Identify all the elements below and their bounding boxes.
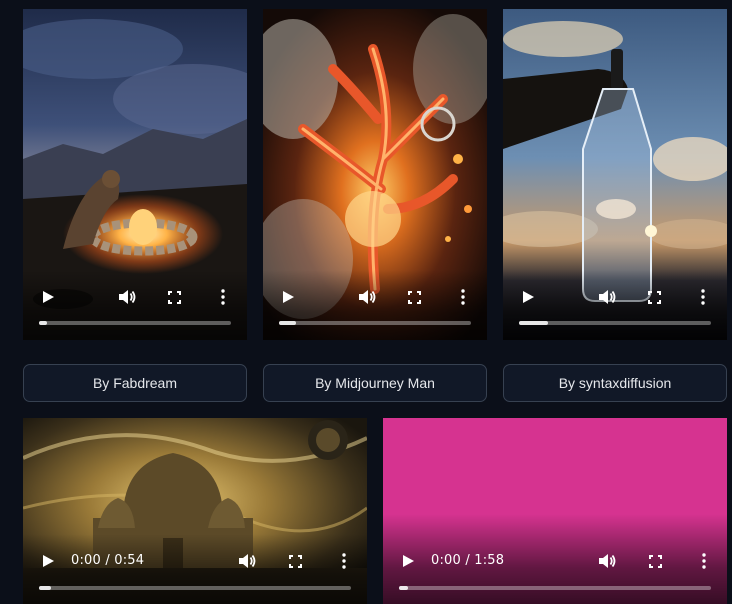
fullscreen-icon[interactable] bbox=[163, 286, 185, 308]
progress-bar[interactable] bbox=[279, 321, 471, 325]
more-vertical-icon[interactable] bbox=[693, 550, 715, 572]
more-vertical-icon[interactable] bbox=[452, 286, 474, 308]
time-display: 0:00 / 0:54 bbox=[71, 553, 145, 568]
play-icon[interactable] bbox=[277, 286, 299, 308]
video-controls bbox=[503, 270, 727, 340]
progress-fill bbox=[519, 321, 548, 325]
caption-button-syntaxdiffusion[interactable]: By syntaxdiffusion bbox=[503, 364, 727, 402]
progress-fill bbox=[39, 586, 52, 590]
fullscreen-icon[interactable] bbox=[643, 286, 665, 308]
volume-icon[interactable] bbox=[356, 286, 378, 308]
progress-fill bbox=[39, 321, 47, 325]
more-vertical-icon[interactable] bbox=[212, 286, 234, 308]
fullscreen-icon[interactable] bbox=[644, 550, 666, 572]
volume-icon[interactable] bbox=[236, 550, 258, 572]
volume-icon[interactable] bbox=[596, 550, 618, 572]
fullscreen-icon[interactable] bbox=[403, 286, 425, 308]
play-icon[interactable] bbox=[397, 550, 419, 572]
volume-icon[interactable] bbox=[596, 286, 618, 308]
progress-fill bbox=[399, 586, 409, 590]
video-controls: 0:00 / 1:58 bbox=[383, 514, 727, 604]
play-icon[interactable] bbox=[517, 286, 539, 308]
progress-fill bbox=[279, 321, 297, 325]
play-icon[interactable] bbox=[37, 550, 59, 572]
progress-bar[interactable] bbox=[39, 321, 231, 325]
video-player-palace[interactable]: 0:00 / 0:54 bbox=[23, 418, 367, 604]
video-controls: 0:00 / 0:54 bbox=[23, 534, 367, 604]
caption-button-midjourney-man[interactable]: By Midjourney Man bbox=[263, 364, 487, 402]
progress-bar[interactable] bbox=[39, 586, 351, 590]
video-player-magenta[interactable]: 0:00 / 1:58 bbox=[383, 418, 727, 604]
fullscreen-icon[interactable] bbox=[284, 550, 306, 572]
progress-bar[interactable] bbox=[399, 586, 711, 590]
video-player-fabdream[interactable] bbox=[23, 9, 247, 340]
video-player-syntaxdiffusion[interactable] bbox=[503, 9, 727, 340]
video-player-midjourney-man[interactable] bbox=[263, 9, 487, 340]
time-display: 0:00 / 1:58 bbox=[431, 553, 505, 568]
video-controls bbox=[23, 270, 247, 340]
more-vertical-icon[interactable] bbox=[692, 286, 714, 308]
more-vertical-icon[interactable] bbox=[333, 550, 355, 572]
progress-bar[interactable] bbox=[519, 321, 711, 325]
volume-icon[interactable] bbox=[116, 286, 138, 308]
caption-button-fabdream[interactable]: By Fabdream bbox=[23, 364, 247, 402]
play-icon[interactable] bbox=[37, 286, 59, 308]
video-controls bbox=[263, 270, 487, 340]
